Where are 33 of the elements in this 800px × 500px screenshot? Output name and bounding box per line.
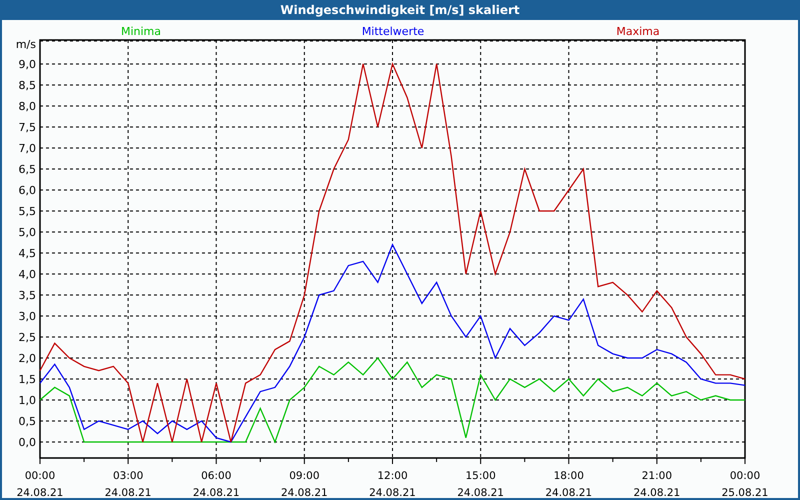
y-tick-label: 5,0 [18, 226, 36, 239]
y-tick-label: 8,0 [18, 100, 36, 113]
y-tick-label: 0,0 [18, 436, 36, 450]
y-tick-label: 3,5 [18, 289, 36, 302]
legend-label: Maxima [616, 25, 660, 38]
y-tick-label: 3,0 [18, 310, 36, 323]
y-tick-label: 1,0 [18, 394, 36, 408]
y-axis-label: m/s [16, 38, 36, 51]
x-tick-label: 06:00 24.08.21 [192, 470, 240, 498]
y-tick-label: 4,5 [18, 247, 36, 260]
y-tick-label: 2,0 [18, 352, 36, 366]
y-tick-label: 2,5 [18, 331, 36, 344]
x-tick-label: 21:00 24.08.21 [634, 470, 680, 498]
x-tick-label: 00:00 24.08.21 [16, 470, 64, 498]
x-tick-label: 00:00 25.08.21 [722, 470, 768, 498]
y-tick-label: 7,0 [18, 142, 36, 155]
y-tick-label: 5,5 [18, 204, 36, 218]
y-tick-label: 4,0 [18, 268, 36, 281]
y-tick-label: 6,5 [18, 162, 36, 176]
x-tick-label: 18:00 24.08.21 [545, 470, 592, 498]
y-tick-label: 9,0 [18, 58, 36, 71]
y-tick-label: 8,5 [18, 78, 36, 92]
y-tick-label: 1,5 [18, 373, 36, 386]
legend-label: Mittelwerte [362, 25, 424, 38]
x-tick-label: 03:00 24.08.21 [104, 470, 152, 498]
y-tick-label: 0,5 [18, 415, 36, 428]
y-tick-label: 6,0 [18, 184, 36, 197]
window-title: Windgeschwindigkeit [m/s] skaliert [280, 2, 520, 19]
legend-label: Minima [120, 25, 162, 38]
x-tick-label: 12:00 24.08.21 [369, 470, 416, 498]
x-tick-label: 09:00 24.08.21 [281, 470, 328, 498]
x-tick-label: 15:00 24.08.21 [457, 470, 504, 498]
y-tick-label: 7,5 [18, 120, 36, 134]
